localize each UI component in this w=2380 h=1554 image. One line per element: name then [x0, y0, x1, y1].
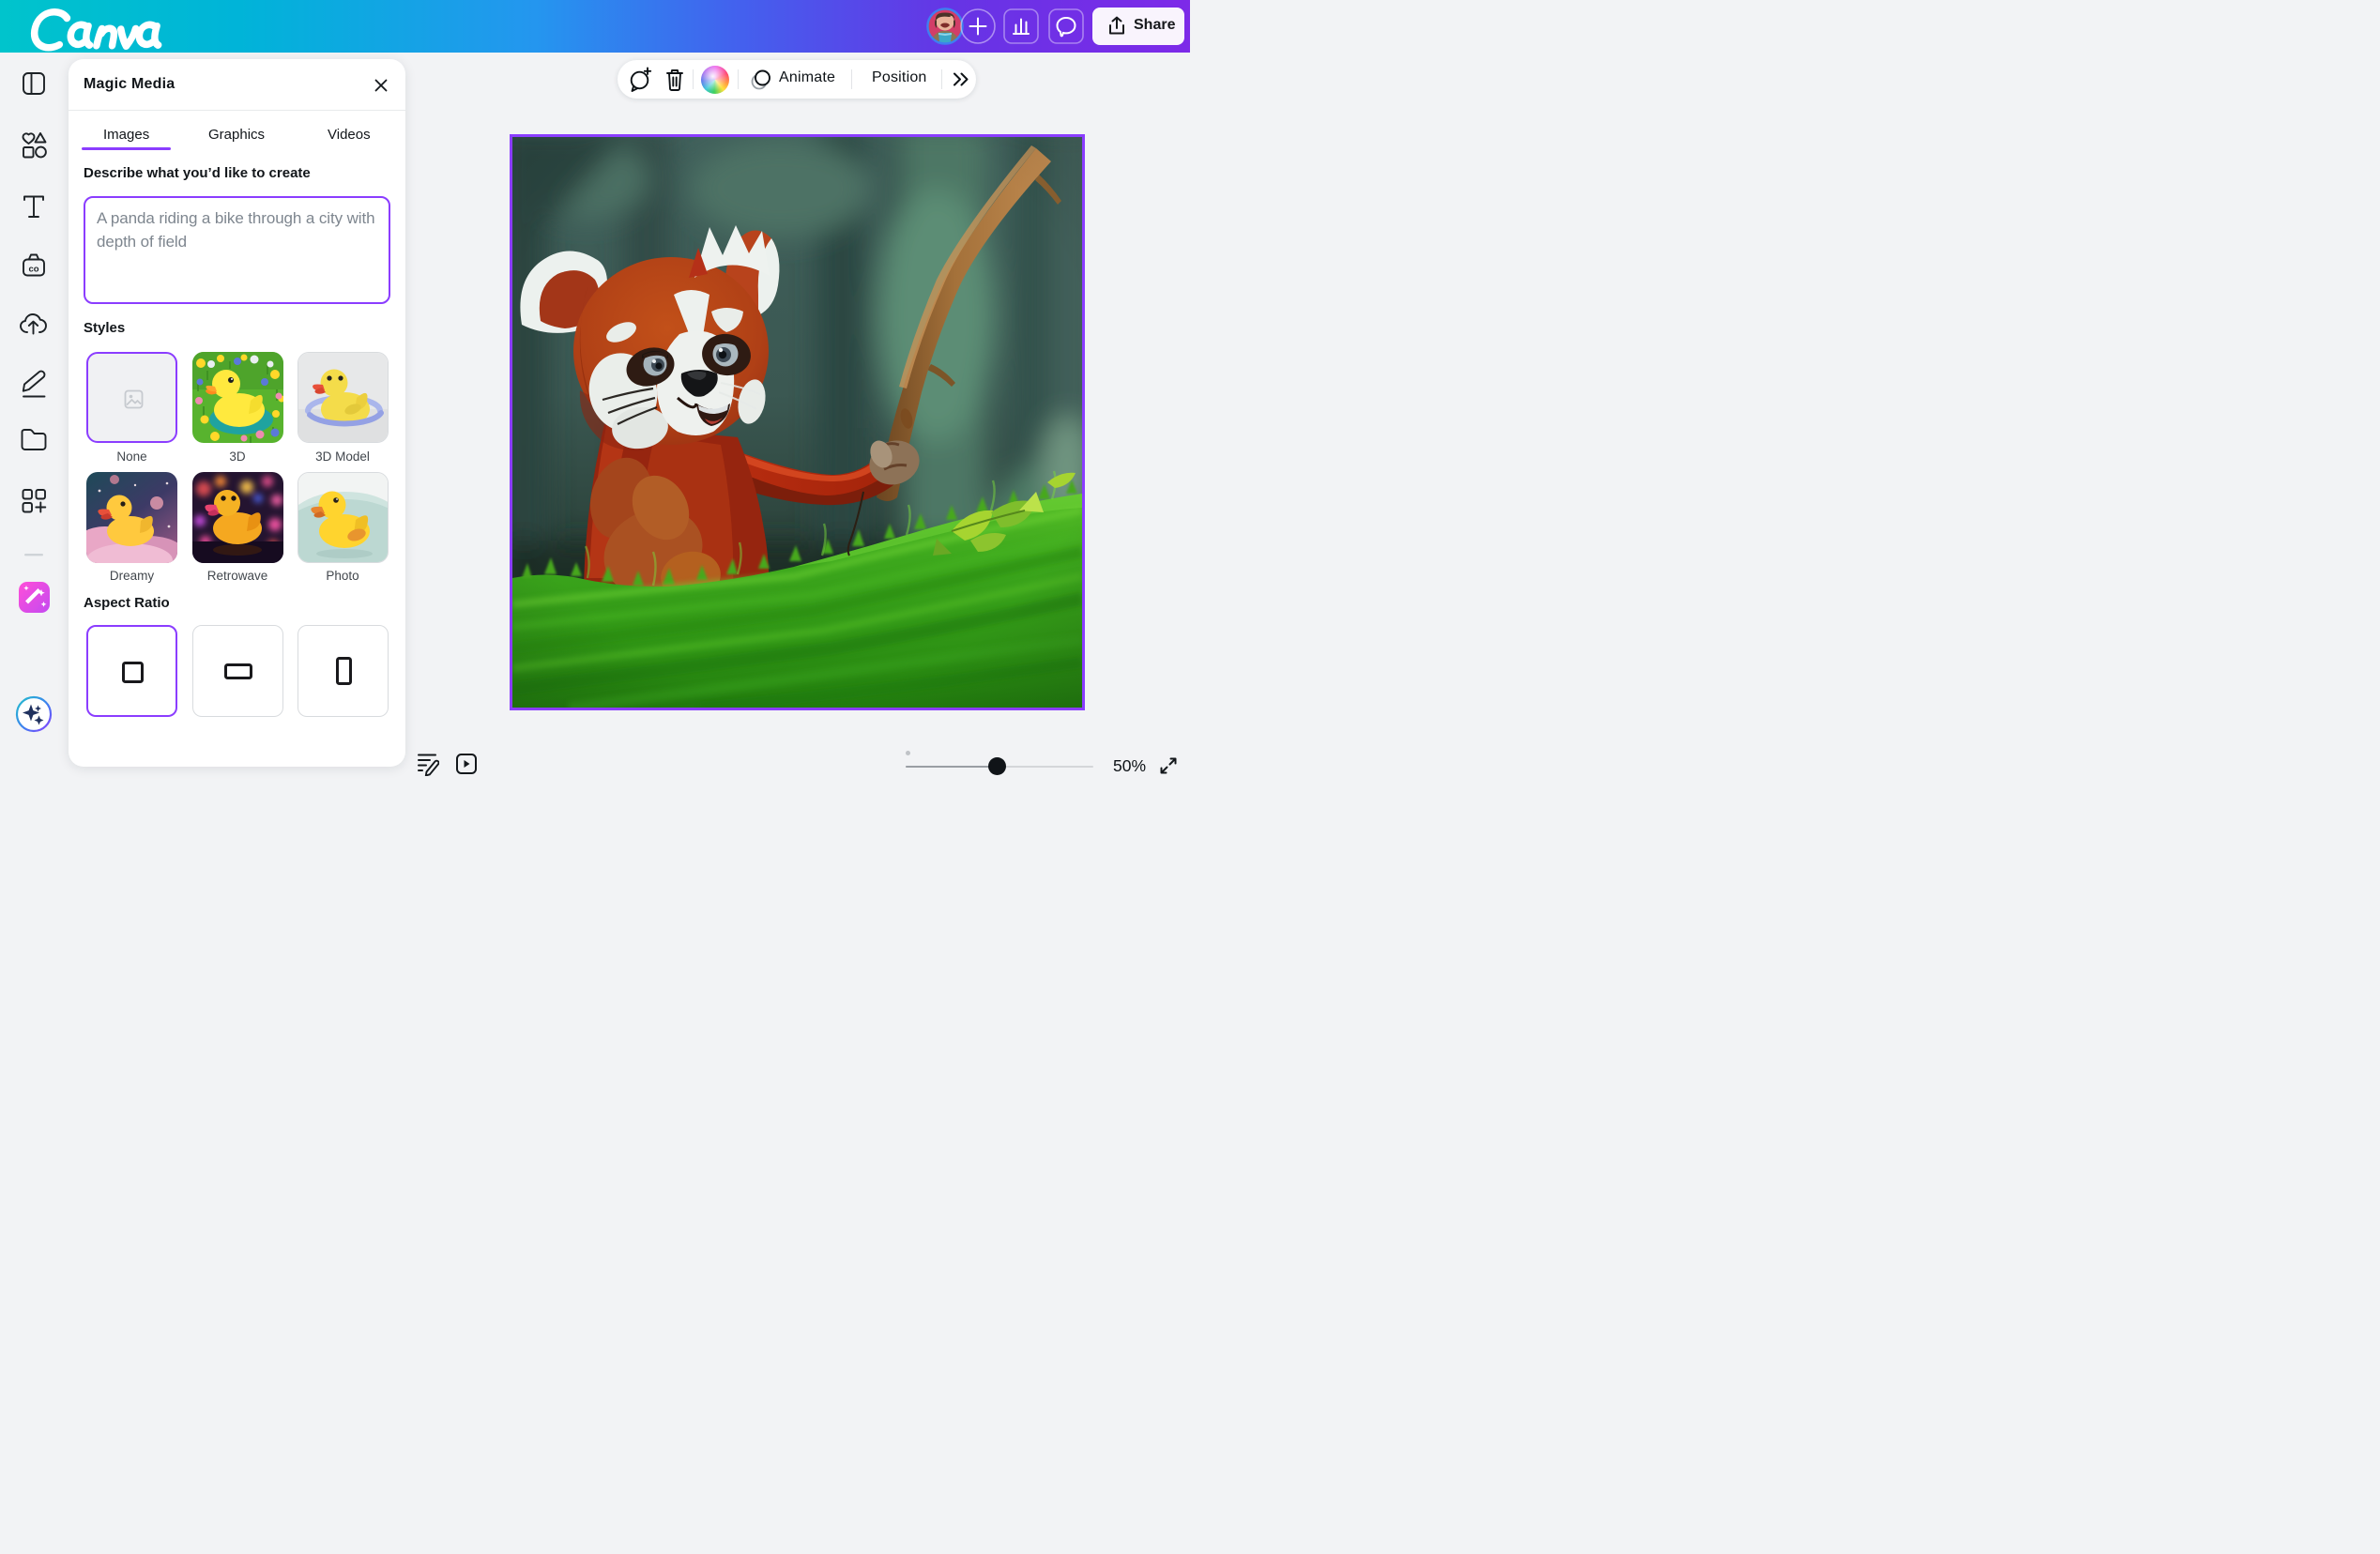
svg-text:co: co	[28, 265, 38, 275]
